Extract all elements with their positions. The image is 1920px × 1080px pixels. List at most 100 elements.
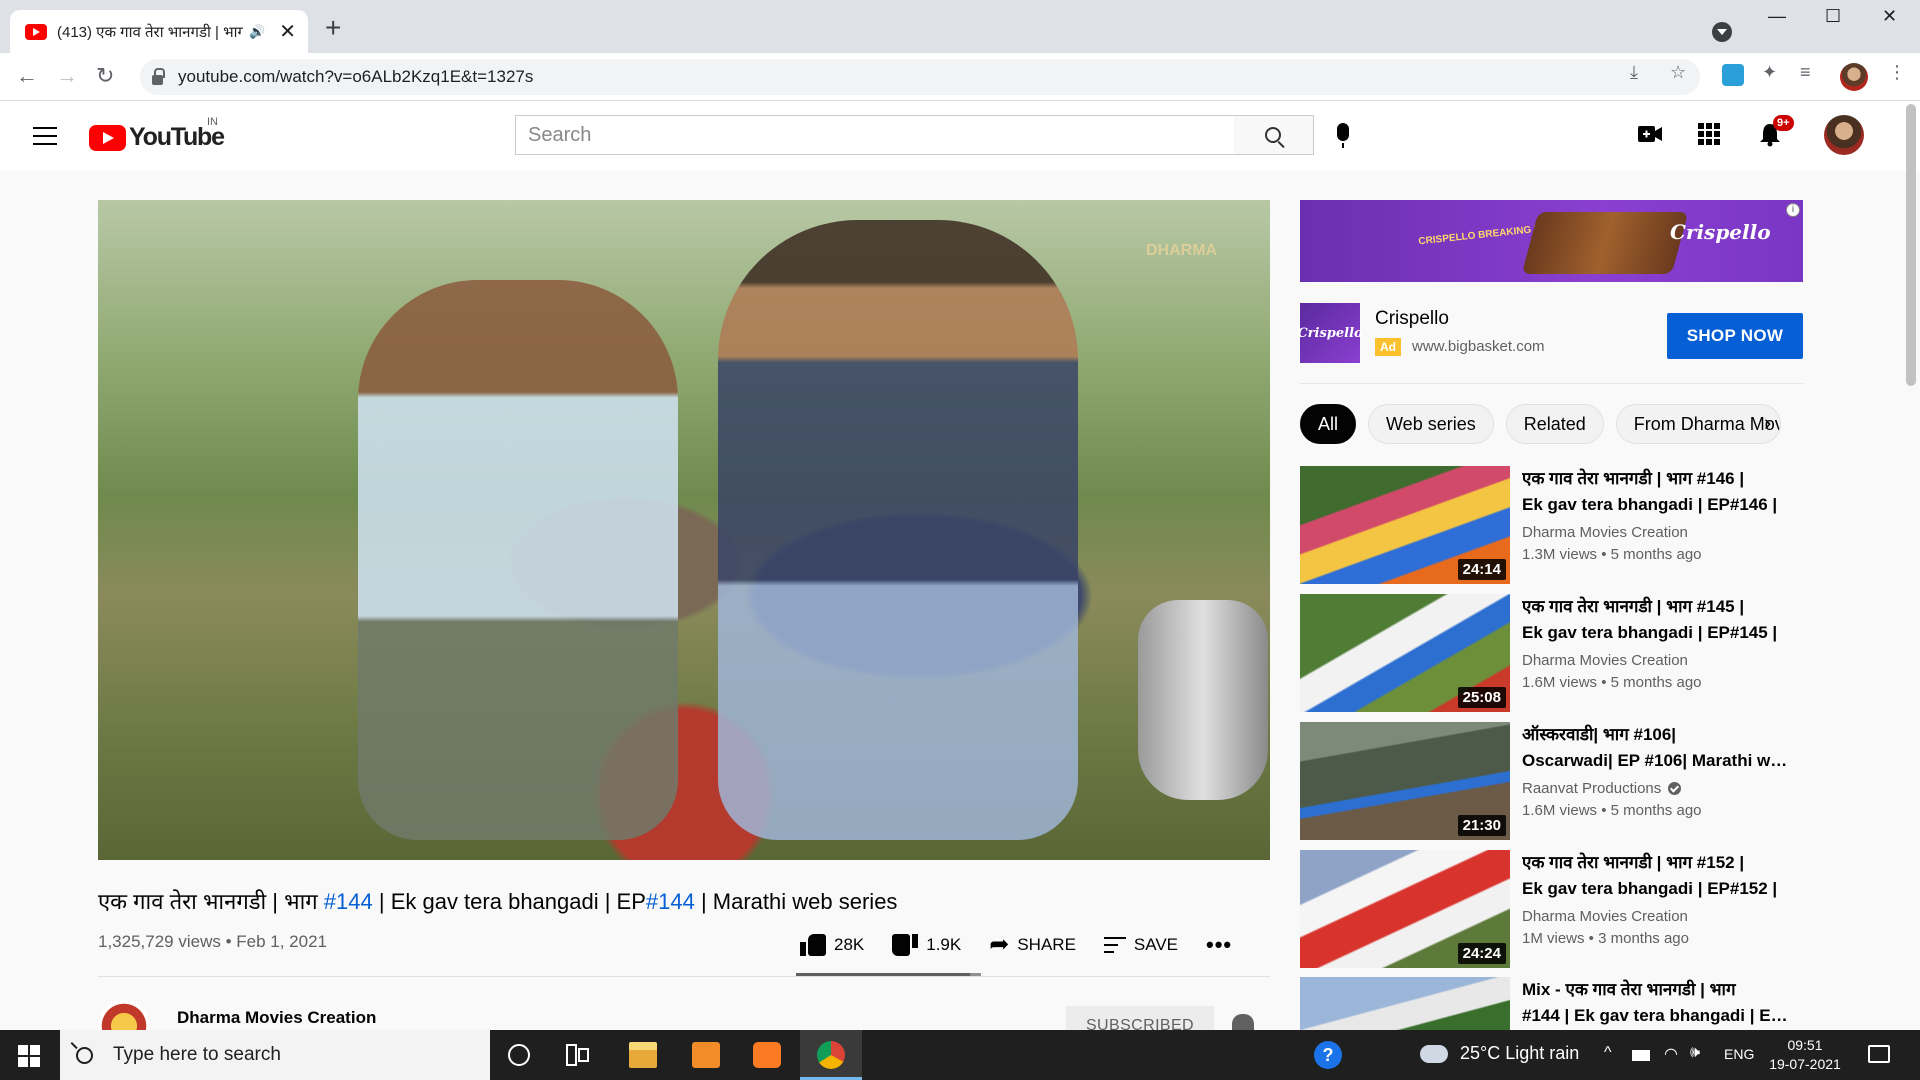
chrome-taskbar-button[interactable]	[800, 1030, 862, 1080]
close-tab-icon[interactable]: ✕	[279, 19, 296, 44]
recommended-video[interactable]: 25:08 एक गाव तेरा भानगडी | भाग #145 | Ek …	[1300, 594, 1803, 712]
hashtag-link[interactable]: #144	[646, 889, 695, 914]
action-center-icon[interactable]	[1868, 1045, 1890, 1063]
ad-logo[interactable]: Crispello	[1297, 303, 1363, 363]
video-player[interactable]: DHARMA	[98, 200, 1270, 860]
chevron-up-icon[interactable]: ^	[1604, 1044, 1612, 1062]
reload-icon[interactable]: ↻	[96, 63, 114, 89]
volume-icon[interactable]: 🕪	[1690, 1044, 1700, 1062]
playlist-add-icon	[1103, 937, 1126, 953]
video-thumbnail[interactable]	[1300, 977, 1510, 1030]
video-thumbnail[interactable]: 21:30	[1300, 722, 1510, 840]
battery-icon[interactable]	[1632, 1050, 1650, 1061]
tab-title: (413) एक गाव तेरा भानगडी | भाग	[57, 23, 244, 41]
recommended-meta: 1.6M views • 5 months ago	[1522, 674, 1702, 691]
menu-hamburger-icon[interactable]	[33, 127, 57, 145]
share-button[interactable]: ➦ SHARE	[989, 933, 1076, 957]
more-actions-icon[interactable]: •••	[1206, 932, 1232, 958]
ad-banner-brand: Crispello	[1670, 220, 1771, 244]
channel-label: Raanvat Productions	[1522, 780, 1662, 797]
video-thumbnail[interactable]: 25:08	[1300, 594, 1510, 712]
extension-download-icon[interactable]	[1722, 64, 1744, 86]
ad-banner-image[interactable]: CRISPELLO BREAKING EQUAL SHARING Crispel…	[1300, 200, 1803, 282]
sublime-text-icon[interactable]	[692, 1042, 720, 1068]
shop-now-button[interactable]: SHOP NOW	[1667, 313, 1803, 359]
browser-menu-icon[interactable]: ⋮	[1888, 62, 1906, 83]
system-clock[interactable]: 09:51 19-07-2021	[1760, 1036, 1850, 1074]
create-video-icon[interactable]	[1637, 123, 1663, 145]
chip-web-series[interactable]: Web series	[1368, 404, 1494, 444]
chip-all[interactable]: All	[1300, 404, 1357, 444]
recommended-title[interactable]: Mix - एक गाव तेरा भानगडी | भाग #144 | Ek …	[1522, 977, 1792, 1029]
close-window-button[interactable]: ✕	[1882, 6, 1897, 27]
taskbar-search-placeholder: Type here to search	[113, 1044, 281, 1065]
address-bar[interactable]: youtube.com/watch?v=o6ALb2Kzq1E&t=1327s	[140, 59, 1700, 95]
lock-icon	[152, 67, 165, 85]
hashtag-link[interactable]: #144	[324, 889, 373, 914]
recommended-title[interactable]: एक गाव तेरा भानगडी | भाग #145 | Ek gav te…	[1522, 594, 1792, 646]
recommended-channel[interactable]: Dharma Movies Creation	[1522, 652, 1688, 669]
title-line: एक गाव तेरा भानगडी | भाग #146 |	[1522, 469, 1745, 488]
youtube-play-icon	[89, 124, 126, 151]
recommended-channel[interactable]: Dharma Movies Creation	[1522, 524, 1688, 541]
search-button[interactable]	[1234, 115, 1314, 155]
wifi-icon[interactable]: ◠	[1664, 1044, 1678, 1064]
minimize-button[interactable]: —	[1768, 6, 1786, 27]
recommended-title[interactable]: एक गाव तेरा भानगडी | भाग #152 | Ek gav te…	[1522, 850, 1792, 902]
recommended-channel[interactable]: Raanvat Productions	[1522, 780, 1682, 797]
save-button[interactable]: SAVE	[1103, 935, 1178, 955]
speaker-icon[interactable]: 🔊	[249, 24, 265, 40]
microphone-icon[interactable]	[1337, 123, 1349, 148]
recommended-channel[interactable]: Dharma Movies Creation	[1522, 908, 1688, 925]
chevron-right-icon[interactable]: ›	[1764, 410, 1771, 436]
new-tab-button[interactable]: +	[325, 14, 341, 42]
ad-url: www.bigbasket.com	[1412, 338, 1545, 355]
title-text: | Ek gav tera bhangadi | EP	[372, 889, 646, 914]
ad-title[interactable]: Crispello	[1375, 308, 1449, 330]
cortana-icon[interactable]	[508, 1044, 530, 1066]
chip-related[interactable]: Related	[1505, 404, 1604, 444]
recommended-video[interactable]: 21:30 ऑस्करवाडी| भाग #106| Oscarwadi| EP …	[1300, 722, 1803, 840]
forward-arrow-icon[interactable]: →	[56, 63, 78, 89]
channel-name[interactable]: Dharma Movies Creation	[177, 1008, 376, 1028]
help-icon[interactable]: ?	[1314, 1041, 1342, 1069]
youtube-logo[interactable]: YouTube IN	[89, 116, 225, 152]
title-line: Ek gav tera bhangadi | EP#146 |	[1522, 495, 1778, 514]
browser-tab[interactable]: (413) एक गाव तेरा भानगडी | भाग 🔊 ✕	[10, 10, 308, 53]
file-explorer-icon[interactable]	[629, 1042, 657, 1068]
bookmark-star-icon[interactable]: ☆	[1670, 62, 1686, 83]
recommended-video[interactable]: 24:14 एक गाव तेरा भानगडी | भाग #146 | Ek …	[1300, 466, 1803, 584]
clock-date: 19-07-2021	[1769, 1056, 1841, 1072]
taskbar-search[interactable]: Type here to search	[60, 1030, 490, 1080]
recommended-title[interactable]: ऑस्करवाडी| भाग #106| Oscarwadi| EP #106| …	[1522, 722, 1792, 774]
extensions-puzzle-icon[interactable]: ✦	[1762, 62, 1777, 83]
ad-info-icon[interactable]: i	[1786, 203, 1800, 217]
back-arrow-icon[interactable]: ←	[16, 63, 38, 89]
install-app-icon[interactable]: ⤓	[1630, 62, 1638, 83]
video-thumbnail[interactable]: 24:24	[1300, 850, 1510, 968]
weather-cloud-icon[interactable]	[1420, 1045, 1448, 1063]
recommended-title[interactable]: एक गाव तेरा भानगडी | भाग #146 | Ek gav te…	[1522, 466, 1792, 518]
like-button[interactable]: 28K	[800, 934, 864, 956]
dislike-button[interactable]: 1.9K	[892, 934, 961, 956]
verified-check-icon	[1668, 782, 1682, 795]
search-icon	[76, 1046, 93, 1064]
recommended-video[interactable]: 24:24 एक गाव तेरा भानगडी | भाग #152 | Ek …	[1300, 850, 1803, 968]
search-input[interactable]	[528, 123, 1234, 147]
language-indicator[interactable]: ENG	[1724, 1046, 1754, 1062]
recommended-mix[interactable]: Mix - एक गाव तेरा भानगडी | भाग #144 | Ek …	[1300, 977, 1803, 1030]
title-line: Oscarwadi| EP #106| Marathi web series	[1522, 751, 1792, 770]
xampp-icon[interactable]	[753, 1042, 781, 1068]
maximize-button[interactable]: ☐	[1825, 6, 1841, 27]
media-control-icon[interactable]: ≡	[1800, 62, 1811, 83]
task-view-icon[interactable]	[566, 1044, 594, 1070]
video-thumbnail[interactable]: 24:14	[1300, 466, 1510, 584]
weather-text[interactable]: 25°C Light rain	[1460, 1043, 1579, 1064]
chip-from-channel[interactable]: From Dharma Movies Creation	[1615, 404, 1781, 444]
browser-profile-avatar[interactable]	[1840, 63, 1868, 91]
windows-start-icon[interactable]	[18, 1045, 40, 1067]
apps-grid-icon[interactable]	[1698, 123, 1720, 145]
tab-search-icon[interactable]	[1712, 22, 1732, 42]
page-scrollbar[interactable]	[1906, 104, 1916, 386]
user-avatar[interactable]	[1824, 115, 1864, 155]
